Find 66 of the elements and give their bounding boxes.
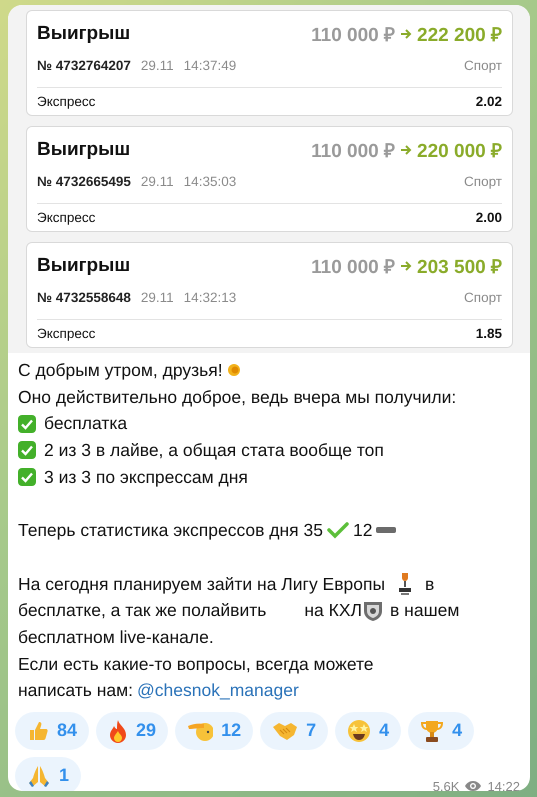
message-text: бесплатном live-канале. xyxy=(18,626,214,649)
message-text: Если есть какие-то вопросы, всегда можете xyxy=(18,652,374,676)
message-text: На сегодня планируем зайти на Лигу Европы xyxy=(18,572,386,596)
reaction-button[interactable]: 4 xyxy=(408,712,474,750)
username-link[interactable]: @chesnok_manager xyxy=(137,677,299,704)
arrow-icon xyxy=(400,144,412,156)
bet-time: 14:32:13 xyxy=(184,290,236,304)
check-icon xyxy=(18,441,36,460)
handshake-icon xyxy=(272,720,298,741)
reaction-button[interactable]: 1 xyxy=(15,756,82,791)
message-text: в нашем xyxy=(390,599,460,622)
message-text: на КХЛ xyxy=(304,599,362,622)
check-icon xyxy=(18,414,36,433)
bet-payout: 222 200 ₽ xyxy=(417,24,502,47)
bet-date: 29.11 xyxy=(140,290,174,304)
message-text: написать нам: xyxy=(18,679,134,702)
bet-number: № 4732665495 xyxy=(37,174,131,188)
arrow-icon xyxy=(400,28,412,40)
bet-stake: 110 000 ₽ xyxy=(311,140,396,163)
message-text: бесплатка xyxy=(44,412,128,436)
praying-hands-icon xyxy=(27,764,51,788)
bet-status: Выигрыш xyxy=(37,139,130,161)
bet-time: 14:35:03 xyxy=(184,174,236,188)
bet-type: Экспресс xyxy=(37,94,96,109)
bet-time: 14:37:49 xyxy=(184,58,236,72)
message-text: Оно действительно доброе, ведь вчера мы получили: xyxy=(18,386,456,409)
message-text: 2 из 3 в лайве, а общая стата вообще топ xyxy=(44,439,384,462)
message-text: 3 из 3 по экспрессам дня xyxy=(44,466,248,489)
bet-category: Спорт xyxy=(464,174,502,188)
bet-stake: 110 000 ₽ xyxy=(311,24,396,47)
shield-icon xyxy=(363,600,384,622)
arrow-icon xyxy=(400,260,412,272)
message-text: 12 xyxy=(353,519,372,542)
bet-type: Экспресс xyxy=(37,326,96,341)
bet-status: Выигрыш xyxy=(37,23,130,45)
message-text: С добрым утром, друзья! xyxy=(18,359,223,382)
bet-status: Выигрыш xyxy=(37,255,130,277)
check-icon xyxy=(18,468,36,486)
message-text: в xyxy=(425,572,434,596)
message-text: Теперь статистика экспрессов дня 35 xyxy=(18,519,323,542)
bet-odds: 2.02 xyxy=(476,94,502,109)
reaction-button[interactable]: 29 xyxy=(96,712,168,750)
bet-odds: 1.85 xyxy=(476,326,502,341)
reaction-button[interactable]: 12 xyxy=(175,712,254,750)
bet-category: Спорт xyxy=(464,58,502,72)
bet-category: Спорт xyxy=(464,290,502,304)
bet-stake: 110 000 ₽ xyxy=(311,256,396,279)
reaction-button[interactable]: 4 xyxy=(335,712,402,750)
bet-date: 29.11 xyxy=(140,58,174,72)
thumbs-up-icon xyxy=(27,720,49,742)
bet-date: 29.11 xyxy=(140,174,174,188)
reaction-button[interactable]: 7 xyxy=(260,712,328,750)
bet-payout: 220 000 ₽ xyxy=(417,140,502,163)
bet-odds: 2.00 xyxy=(476,210,502,225)
fire-icon xyxy=(108,718,128,743)
message-text: бесплатке, а так же полайвить xyxy=(18,599,266,622)
bet-number: № 4732558648 xyxy=(37,290,131,304)
star-eyes-face-icon xyxy=(347,718,372,743)
reaction-button[interactable]: 84 xyxy=(15,712,90,750)
message-time: 14:22 xyxy=(487,778,520,791)
minus-icon xyxy=(376,527,396,534)
bet-payout: 203 500 ₽ xyxy=(417,256,502,279)
bet-type: Экспресс xyxy=(37,210,96,225)
view-count: 5.6K xyxy=(432,778,460,791)
check-icon xyxy=(327,521,349,540)
bet-number: № 4732764207 xyxy=(37,58,131,72)
